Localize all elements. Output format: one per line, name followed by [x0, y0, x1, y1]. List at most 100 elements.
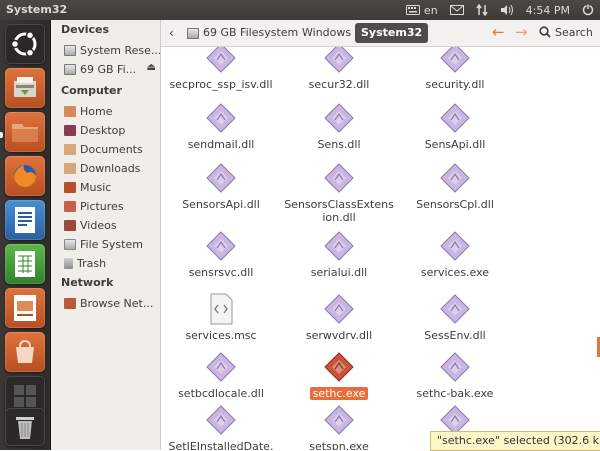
drive-icon [64, 44, 76, 56]
mail-icon[interactable] [449, 5, 464, 15]
network-header: Network [61, 276, 114, 289]
file-item[interactable]: secur32.dll [279, 47, 399, 91]
file-item[interactable]: secproc_ssp_isv.dll [161, 47, 281, 91]
sidebar-item-file-system[interactable]: File System [64, 235, 160, 253]
breadcrumb-system32[interactable]: System32 [355, 23, 429, 43]
file-item[interactable]: setspn.exe [279, 404, 399, 450]
sidebar-item-label: Home [80, 104, 113, 118]
files-manager-icon[interactable] [5, 68, 45, 108]
breadcrumb-windows[interactable]: Windows [296, 23, 357, 43]
file-name: SetIEInstalledDate. [168, 440, 274, 450]
sidebar-item-browse-network[interactable]: Browse Net... [64, 294, 160, 312]
trash-icon [64, 257, 73, 269]
software-center-icon[interactable] [5, 332, 45, 372]
folder-icon [64, 143, 76, 155]
calc-icon[interactable] [5, 244, 45, 284]
file-name: Sens.dll [317, 138, 361, 151]
breadcrumb-label: 69 GB Filesystem [203, 26, 299, 39]
search-button[interactable]: Search [539, 23, 593, 43]
file-item[interactable]: SessEnv.dll [395, 293, 515, 342]
trash-icon[interactable] [5, 408, 45, 446]
sidebar-item-pictures[interactable]: Pictures [64, 197, 160, 215]
file-item[interactable]: sendmail.dll [161, 102, 281, 151]
file-icon [440, 103, 470, 133]
file-icon [440, 163, 470, 193]
clock[interactable]: 4:54 PM [526, 4, 570, 17]
file-item[interactable]: SensorsClassExtens ion.dll [279, 162, 399, 224]
sidebar-item-label: Music [80, 180, 112, 194]
sidebar-item-home[interactable]: Home [64, 102, 160, 120]
sidebar-item-system-reserved[interactable]: System Rese... [64, 41, 160, 59]
ubuntu-logo-icon[interactable] [5, 24, 45, 64]
file-item[interactable]: security.dll [395, 47, 515, 91]
sidebar-item-label: Browse Net... [80, 296, 154, 310]
network-transfer-icon[interactable] [476, 4, 488, 16]
home-folder-icon[interactable] [5, 112, 45, 152]
file-item[interactable]: serwvdrv.dll [279, 293, 399, 342]
computer-header: Computer [61, 84, 122, 97]
file-item[interactable]: setbcdlocale.dll [161, 351, 281, 400]
breadcrumb-filesystem[interactable]: 69 GB Filesystem [179, 23, 304, 43]
sidebar-item-label: System Rese... [80, 43, 160, 57]
file-name: SessEnv.dll [424, 329, 486, 342]
file-name: security.dll [425, 78, 485, 91]
file-item-selected[interactable]: sethc.exe [279, 351, 399, 400]
file-item[interactable]: Sens.dll [279, 102, 399, 151]
sidebar-item-downloads[interactable]: Downloads [64, 159, 160, 177]
file-icon [440, 231, 470, 261]
drive-icon [64, 63, 76, 75]
writer-icon[interactable] [5, 200, 45, 240]
sidebar-item-documents[interactable]: Documents [64, 140, 160, 158]
keyboard-layout[interactable]: en [424, 4, 438, 17]
file-item[interactable]: SetIEInstalledDate. [161, 404, 281, 450]
file-item[interactable]: sensrsvc.dll [161, 230, 281, 279]
volume-icon[interactable] [500, 4, 514, 16]
pictures-icon [64, 200, 76, 212]
file-icon [210, 293, 233, 325]
window-title: System32 [6, 3, 68, 16]
status-bubble: "sethc.exe" selected (302.6 kB) [430, 431, 600, 451]
firefox-icon[interactable] [5, 156, 45, 196]
eject-icon[interactable]: ⏏ [147, 62, 156, 73]
videos-icon [64, 219, 76, 231]
impress-icon[interactable] [5, 288, 45, 328]
sidebar-item-desktop[interactable]: Desktop [64, 121, 160, 139]
file-item[interactable]: services.exe [395, 230, 515, 279]
file-icon [440, 352, 470, 382]
sidebar-item-label: 69 GB Fi... [80, 62, 137, 76]
forward-arrow-icon[interactable]: → [515, 23, 528, 41]
file-item[interactable]: SensApi.dll [395, 102, 515, 151]
keyboard-icon[interactable] [405, 5, 420, 15]
back-arrow-icon[interactable]: ← [492, 23, 505, 41]
sidebar-item-trash[interactable]: Trash [64, 254, 160, 272]
file-item[interactable]: services.msc [161, 293, 281, 342]
file-name-line: SensorsClassExtens [284, 198, 394, 211]
sidebar-item-videos[interactable]: Videos [64, 216, 160, 234]
location-toolbar: ‹ 69 GB Filesystem Windows System32 ← → … [161, 20, 600, 47]
home-icon [64, 105, 76, 117]
drive-icon [187, 28, 199, 39]
sidebar-item-label: Pictures [80, 199, 124, 213]
file-name: secur32.dll [308, 78, 370, 91]
sidebar-item-label: Trash [77, 256, 107, 270]
file-icon [440, 47, 470, 73]
file-icon [324, 103, 354, 133]
file-name: SensorsClassExtens ion.dll [281, 198, 397, 224]
file-icon [324, 352, 354, 382]
file-name: SensApi.dll [424, 138, 486, 151]
file-name: setspn.exe [309, 440, 369, 450]
file-icon [324, 231, 354, 261]
launcher-active-indicator [0, 132, 3, 138]
breadcrumb-left-arrow[interactable]: ‹ [163, 23, 180, 43]
file-item[interactable]: SensorsApi.dll [161, 162, 281, 211]
file-name: services.exe [420, 266, 490, 279]
file-name: sethc.exe [309, 387, 369, 400]
file-item[interactable]: sethc-bak.exe [395, 351, 515, 400]
file-icon [440, 294, 470, 324]
file-item[interactable]: serialui.dll [279, 230, 399, 279]
power-gear-icon[interactable] [582, 4, 594, 16]
search-label: Search [555, 26, 593, 39]
file-name: serwvdrv.dll [305, 329, 373, 342]
file-item[interactable]: SensorsCpl.dll [395, 162, 515, 211]
sidebar-item-music[interactable]: Music [64, 178, 160, 196]
